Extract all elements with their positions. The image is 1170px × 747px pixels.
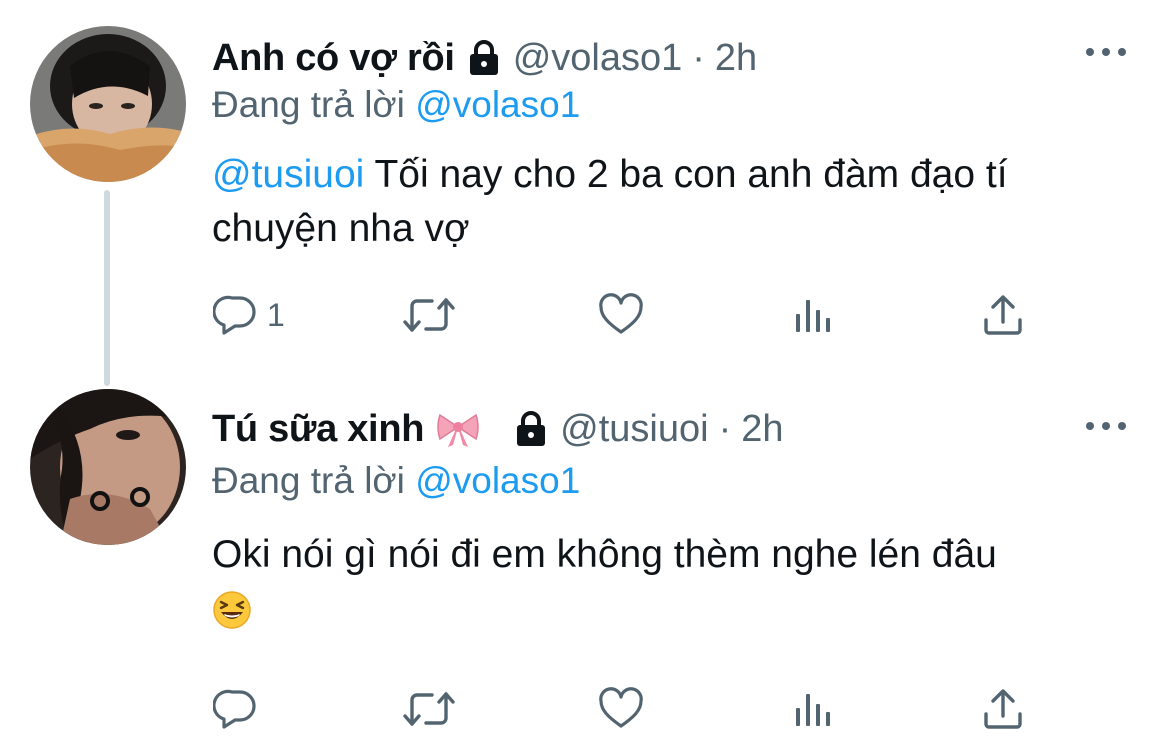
replying-to-handle[interactable]: @volaso1	[415, 460, 580, 501]
tweet-header: Tú sữa xinh @tusiuoi · 2h	[212, 401, 784, 457]
replying-to: Đang trả lời @volaso1	[212, 84, 580, 126]
retweet-button[interactable]	[402, 290, 456, 340]
tweet-text: Oki nói gì nói đi em không thèm nghe lén…	[212, 528, 1132, 645]
views-icon	[796, 300, 830, 332]
retweet-icon	[403, 298, 455, 332]
share-icon	[984, 295, 1022, 335]
avatar[interactable]	[30, 389, 186, 545]
tweet-2[interactable]: Tú sữa xinh @tusiuoi · 2h Đang trả lời @…	[0, 372, 1170, 747]
timestamp[interactable]: 2h	[715, 37, 757, 80]
reply-button[interactable]	[213, 684, 259, 734]
reply-button[interactable]: 1	[213, 290, 285, 340]
views-button[interactable]	[790, 684, 836, 734]
more-icon[interactable]	[1086, 418, 1126, 434]
laughing-emoji-icon	[212, 590, 252, 645]
lock-icon	[467, 39, 501, 77]
tweet-actions: 1	[0, 290, 1170, 340]
tweet-header: Anh có vợ rồi @volaso1 · 2h	[212, 30, 757, 86]
display-name[interactable]: Tú sữa xinh	[212, 408, 424, 451]
share-button[interactable]	[980, 290, 1026, 340]
like-icon	[599, 687, 643, 728]
user-handle[interactable]: @tusiuoi	[560, 408, 708, 451]
views-icon	[796, 694, 830, 726]
reply-count: 1	[267, 296, 285, 333]
mention-link[interactable]: @tusiuoi	[212, 153, 364, 196]
tweet-text-content: Oki nói gì nói đi em không thèm nghe lén…	[212, 533, 997, 576]
replying-to: Đang trả lời @volaso1	[212, 460, 580, 502]
share-button[interactable]	[980, 684, 1026, 734]
reply-icon	[213, 689, 256, 729]
like-icon	[599, 293, 643, 334]
tweet-actions	[0, 684, 1170, 734]
reply-icon	[213, 295, 256, 335]
like-button[interactable]	[598, 290, 644, 340]
separator-dot: ·	[718, 407, 732, 450]
replying-prefix: Đang trả lời	[212, 84, 405, 125]
display-name[interactable]: Anh có vợ rồi	[212, 37, 455, 80]
like-button[interactable]	[598, 684, 644, 734]
user-handle[interactable]: @volaso1	[513, 37, 683, 80]
ribbon-emoji-icon	[436, 409, 480, 449]
lock-icon	[514, 410, 548, 448]
share-icon	[984, 689, 1022, 729]
tweet-1[interactable]: Anh có vợ rồi @volaso1 · 2h Đang trả lời…	[0, 0, 1170, 372]
retweet-button[interactable]	[402, 684, 456, 734]
tweet-text: @tusiuoi Tối nay cho 2 ba con anh đàm đạ…	[212, 148, 1132, 256]
replying-to-handle[interactable]: @volaso1	[415, 84, 580, 125]
replying-prefix: Đang trả lời	[212, 460, 405, 501]
retweet-icon	[403, 692, 455, 726]
avatar[interactable]	[30, 26, 186, 182]
more-icon[interactable]	[1086, 44, 1126, 60]
timestamp[interactable]: 2h	[741, 408, 783, 451]
separator-dot: ·	[692, 36, 705, 79]
views-button[interactable]	[790, 290, 836, 340]
